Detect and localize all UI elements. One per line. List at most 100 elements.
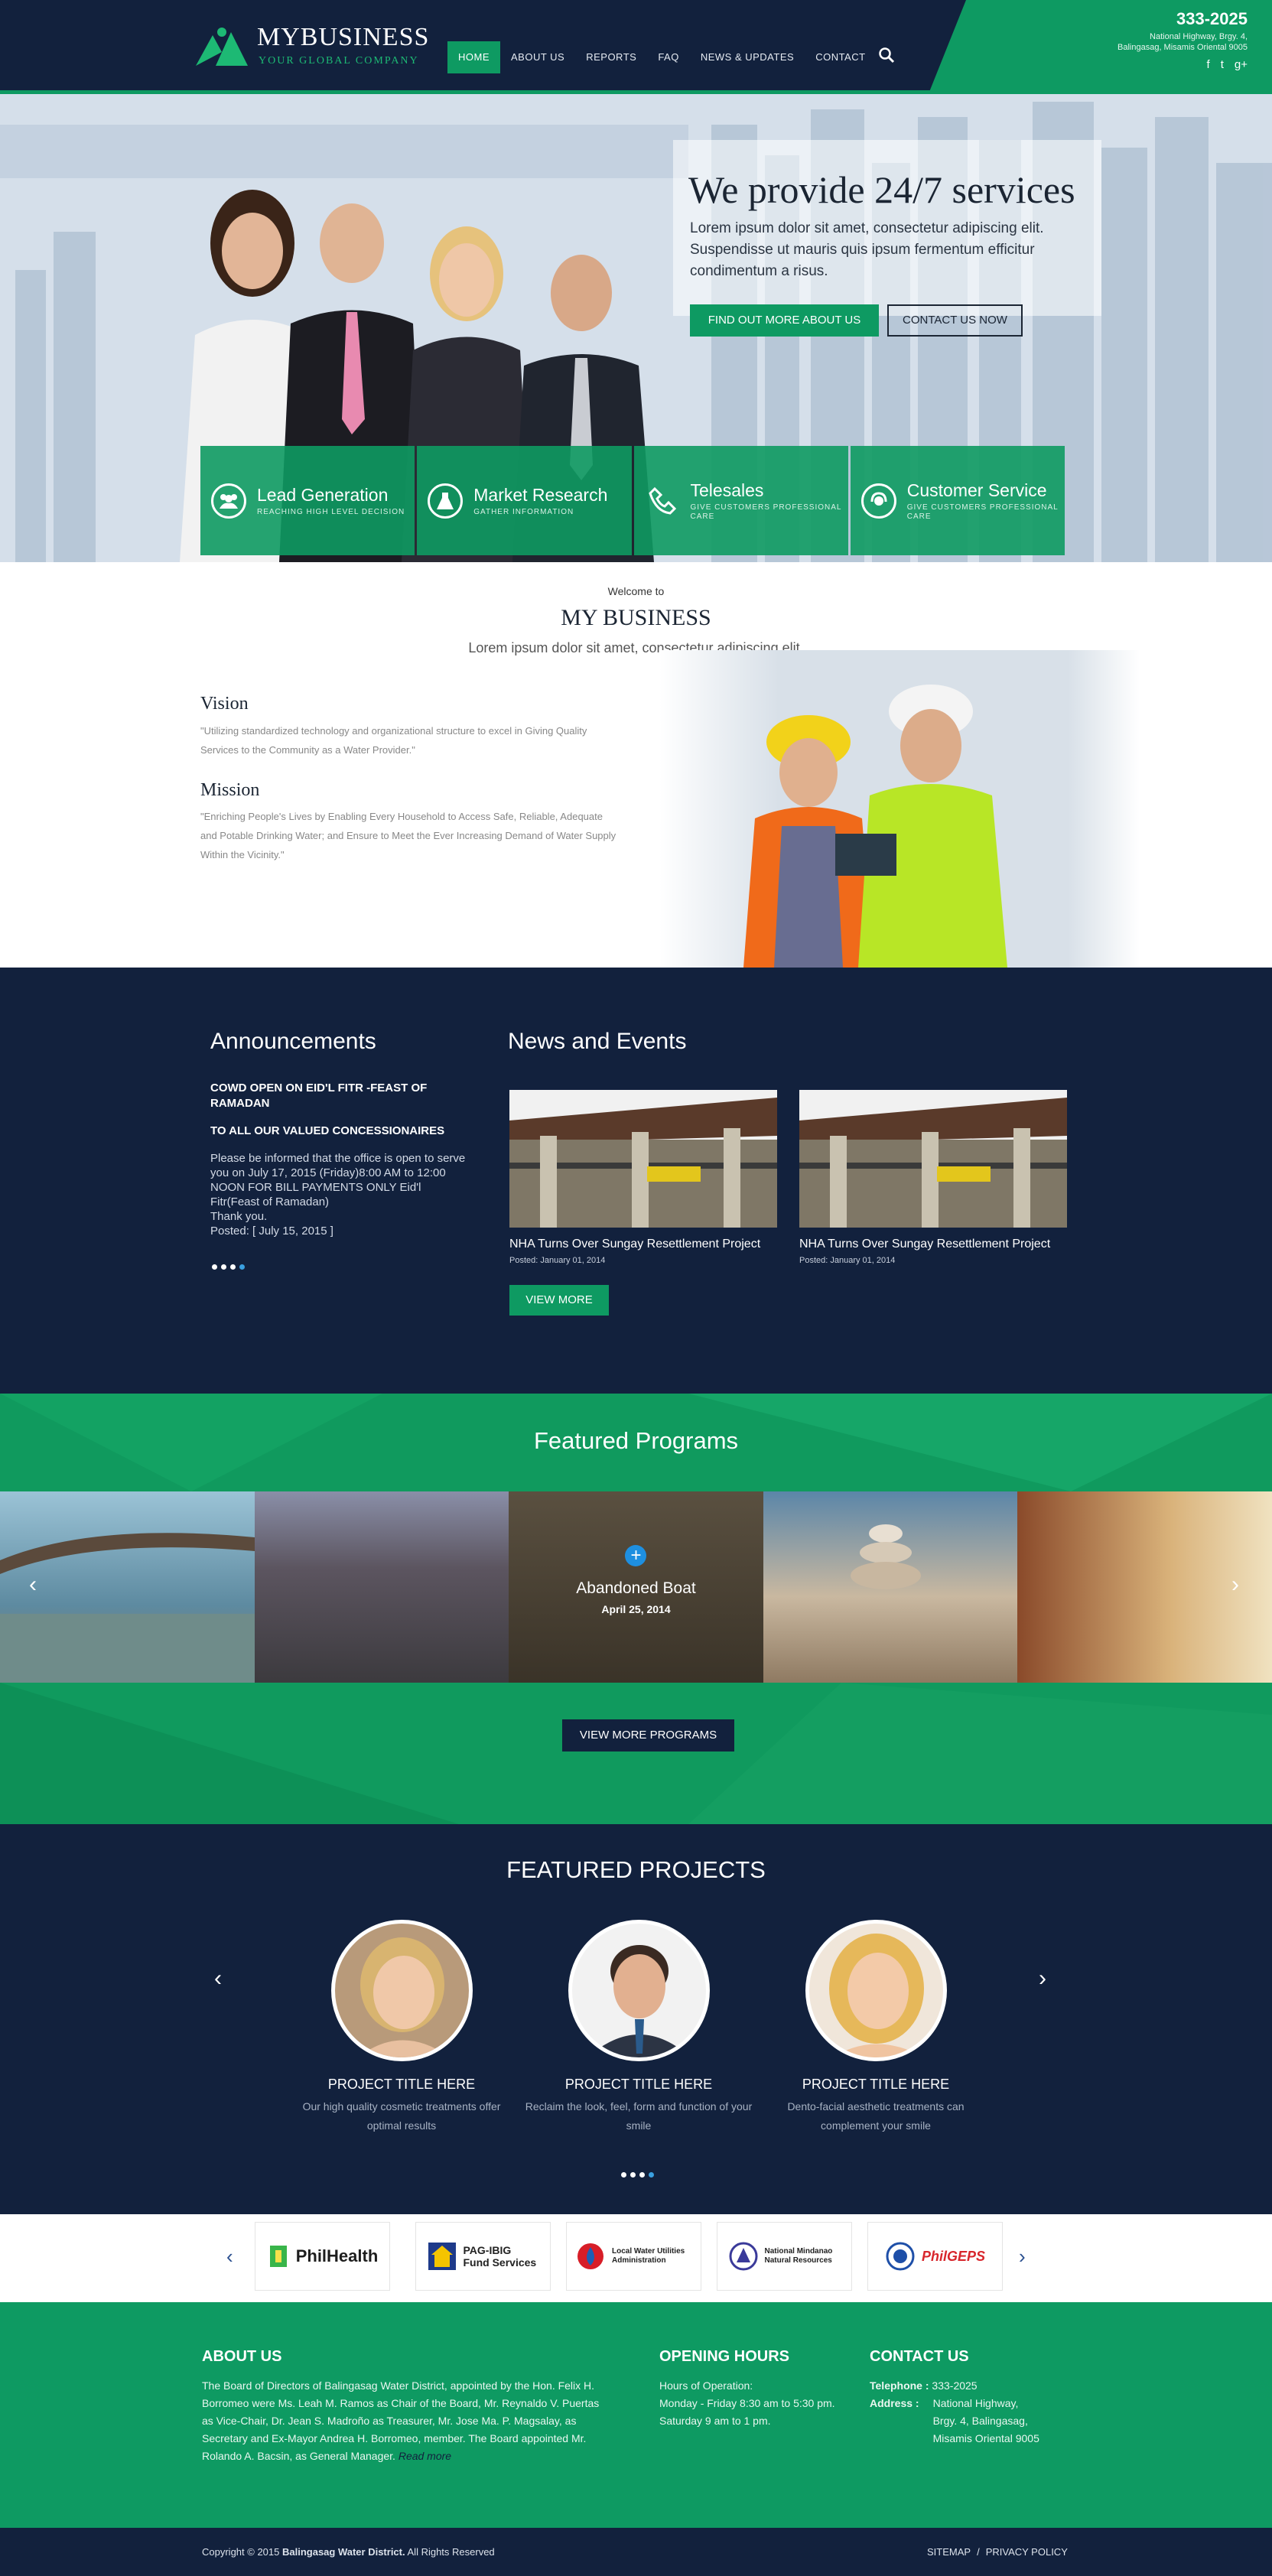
vision-text: "Utilizing standardized technology and o… [200, 725, 587, 756]
featured-projects-section: FEATURED PROJECTS ‹ › PROJECT TITLE HERE… [0, 1824, 1272, 2214]
nav-reports[interactable]: REPORTS [575, 41, 647, 73]
chevron-left-icon[interactable]: ‹ [29, 1572, 37, 1598]
news-card[interactable]: NHA Turns Over Sungay Resettlement Proje… [509, 1090, 777, 1265]
pager-dot[interactable] [639, 2172, 645, 2178]
partner-logo-pagibig[interactable]: PAG-IBIG Fund Services [415, 2222, 551, 2291]
pager-dot[interactable] [212, 1264, 217, 1270]
nav-about-us[interactable]: ABOUT US [500, 41, 575, 73]
pager-dot[interactable] [230, 1264, 236, 1270]
privacy-policy-link[interactable]: PRIVACY POLICY [986, 2546, 1068, 2558]
announcement-headline[interactable]: COWD OPEN ON EID'L FITR -FEAST OF RAMADA… [210, 1081, 463, 1111]
hours-weekday: Monday - Friday 8:30 am to 5:30 pm. [659, 2397, 835, 2409]
news-card[interactable]: NHA Turns Over Sungay Resettlement Proje… [799, 1090, 1067, 1265]
partners-strip: ‹ › PhilHealth PAG-IBIG Fund Services Lo… [0, 2214, 1272, 2302]
social-links: f t g+ [1207, 58, 1248, 71]
pager-dot[interactable] [621, 2172, 626, 2178]
pagibig-icon [428, 2243, 456, 2270]
site-footer: ABOUT US The Board of Directors of Balin… [0, 2302, 1272, 2528]
program-tile-bridge[interactable] [0, 1491, 255, 1683]
service-telesales[interactable]: Telesales GIVE CUSTOMERS PROFESSIONAL CAR… [633, 446, 848, 555]
program-tile-stones[interactable] [763, 1491, 1018, 1683]
footer-hours-text: Hours of Operation: Monday - Friday 8:30… [659, 2377, 835, 2430]
hours-saturday: Saturday 9 am to 1 pm. [659, 2415, 771, 2427]
footer-links: SITEMAP / PRIVACY POLICY [927, 2546, 1068, 2558]
chevron-left-icon[interactable]: ‹ [226, 2245, 233, 2269]
plus-icon[interactable]: + [625, 1545, 647, 1566]
program-tile-pebbles[interactable] [254, 1491, 509, 1683]
featured-programs-section: Featured Programs + Abandoned Boat April… [0, 1394, 1272, 1824]
service-title: Telesales [690, 480, 764, 500]
logo[interactable]: MYBUSINESS YOUR GLOBAL COMPANY [196, 23, 428, 69]
project-card[interactable]: PROJECT TITLE HERE Our high quality cosm… [287, 1920, 516, 2135]
pager-dot-active[interactable] [649, 2172, 654, 2178]
hero-title: We provide 24/7 services [688, 168, 1075, 211]
nav-contact[interactable]: CONTACT [805, 41, 876, 73]
footer-contact-title: CONTACT US [870, 2348, 969, 2365]
twitter-icon[interactable]: t [1221, 58, 1224, 71]
featured-programs-title: Featured Programs [533, 1427, 739, 1454]
partner-logo-nmnr[interactable]: National Mindanao Natural Resources [717, 2222, 852, 2291]
copyright-company: Balingasag Water District. [281, 2546, 405, 2558]
announcement-body: Please be informed that the office is op… [210, 1151, 470, 1238]
welcome-title: MY BUSINESS [561, 605, 711, 630]
footer-contact-text: Telephone : 333-2025 Address : National … [870, 2377, 1039, 2448]
partner-logo-philgeps[interactable]: PhilGEPS [867, 2222, 1003, 2291]
pager-dot[interactable] [221, 1264, 226, 1270]
copyright-prefix: Copyright © 2015 [202, 2546, 282, 2558]
bridge-image [0, 1533, 255, 1683]
google-plus-icon[interactable]: g+ [1235, 58, 1248, 71]
service-subtitle: GIVE CUSTOMERS PROFESSIONAL CARE [906, 503, 1059, 521]
service-customer-service[interactable]: Customer Service GIVE CUSTOMERS PROFESSIO… [850, 446, 1065, 555]
view-more-button[interactable]: VIEW MORE [509, 1285, 609, 1316]
footer-hours-title: OPENING HOURS [659, 2348, 790, 2365]
service-title: Market Research [473, 484, 608, 505]
nav-home[interactable]: HOME [447, 41, 500, 73]
announcement-date: Posted: [ July 15, 2015 ] [210, 1225, 333, 1238]
facebook-icon[interactable]: f [1207, 58, 1210, 71]
program-tile-boat[interactable]: + Abandoned Boat April 25, 2014 [509, 1491, 763, 1683]
chevron-right-icon[interactable]: › [1019, 2245, 1026, 2269]
project-card[interactable]: PROJECT TITLE HERE Reclaim the look, fee… [524, 1920, 753, 2135]
news-image [799, 1090, 1067, 1228]
header-address-1: National Highway, Brgy. 4, [1150, 32, 1248, 41]
service-subtitle: REACHING HIGH LEVEL DECISION [257, 507, 405, 516]
news-date: Posted: January 01, 2014 [509, 1256, 606, 1265]
pager-dot-active[interactable] [239, 1264, 245, 1270]
view-more-programs-button[interactable]: VIEW MORE PROGRAMS [562, 1719, 734, 1751]
services-strip: Lead Generation REACHING HIGH LEVEL DECIS… [200, 446, 1065, 555]
announcement-text: Please be informed that the office is op… [210, 1152, 466, 1208]
nav-news-updates[interactable]: NEWS & UPDATES [690, 41, 805, 73]
people-icon [211, 483, 246, 519]
announcement-thanks: Thank you. [210, 1210, 268, 1223]
chevron-left-icon[interactable]: ‹ [214, 1966, 222, 1992]
announcement-headline[interactable]: TO ALL OUR VALUED CONCESSIONAIRES [210, 1124, 444, 1137]
programs-carousel: + Abandoned Boat April 25, 2014 [0, 1491, 1272, 1683]
flask-icon [428, 483, 464, 519]
service-subtitle: GIVE CUSTOMERS PROFESSIONAL CARE [690, 503, 842, 521]
read-more-link[interactable]: Read more [399, 2450, 451, 2462]
find-out-more-button[interactable]: FIND OUT MORE ABOUT US [690, 304, 879, 337]
program-caption: Abandoned Boat [576, 1579, 696, 1597]
header-address-2: Balingasag, Misamis Oriental 9005 [1117, 43, 1248, 52]
service-lead-generation[interactable]: Lead Generation REACHING HIGH LEVEL DECIS… [200, 446, 415, 555]
chevron-right-icon[interactable]: › [1231, 1572, 1239, 1598]
logo-mark-icon [196, 28, 248, 66]
partner-logo-philhealth[interactable]: PhilHealth [255, 2222, 390, 2291]
search-icon[interactable] [877, 46, 896, 64]
partner-logo-lwua[interactable]: Local Water Utilities Administration [566, 2222, 701, 2291]
address-label: Address : [870, 2397, 919, 2409]
partner-name: PhilHealth [295, 2246, 379, 2265]
nav-faq[interactable]: FAQ [647, 41, 690, 73]
news-events-title: News and Events [508, 1029, 687, 1054]
sitemap-link[interactable]: SITEMAP [927, 2546, 971, 2558]
project-description: Reclaim the look, feel, form and functio… [525, 2100, 753, 2132]
pager-dot[interactable] [630, 2172, 636, 2178]
partner-name: PhilGEPS [921, 2248, 986, 2264]
chevron-right-icon[interactable]: › [1039, 1966, 1046, 1992]
contact-us-now-button[interactable]: CONTACT US NOW [887, 304, 1023, 337]
address-line: Misamis Oriental 9005 [932, 2432, 1039, 2444]
hero-text: Lorem ipsum dolor sit amet, consectetur … [690, 220, 1044, 279]
service-title: Lead Generation [257, 484, 389, 505]
service-market-research[interactable]: Market Research GATHER INFORMATION [417, 446, 632, 555]
project-card[interactable]: PROJECT TITLE HERE Dento-facial aestheti… [761, 1920, 991, 2135]
